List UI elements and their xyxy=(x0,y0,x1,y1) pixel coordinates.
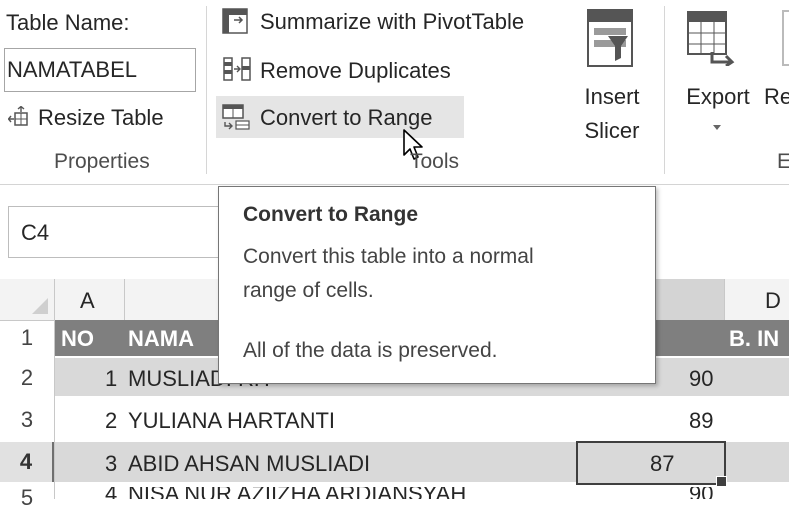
row-header-4-selected[interactable]: 4 xyxy=(0,442,54,482)
summarize-label: Summarize with PivotTable xyxy=(260,9,525,34)
active-cell-c4[interactable]: 87 xyxy=(576,441,726,485)
cell-score: 87 xyxy=(650,451,675,476)
chevron-down-icon xyxy=(713,125,721,130)
slicer-icon xyxy=(587,9,633,67)
row-header-2[interactable]: 2 xyxy=(0,360,54,396)
remove-duplicates-label: Remove Duplicates xyxy=(260,58,451,83)
cell-no[interactable]: 1 xyxy=(105,366,117,392)
name-box-value: C4 xyxy=(21,220,50,245)
header-b-in: B. IN xyxy=(729,326,780,351)
remove-duplicates-icon xyxy=(223,57,251,81)
convert-to-range-icon xyxy=(222,104,250,130)
ribbon-bottom-border xyxy=(0,184,789,185)
export-button[interactable]: Export xyxy=(672,4,762,144)
tooltip-line-3: All of the data is preserved. xyxy=(243,339,498,362)
table-name-label: Table Name: xyxy=(6,10,130,35)
table-row: 2 YULIANA HARTANTI 89 xyxy=(55,398,789,440)
select-all-icon[interactable] xyxy=(30,296,50,316)
group-divider xyxy=(664,6,665,174)
cell-name[interactable]: NISA NUR AZIIZHA ARDIANSYAH xyxy=(128,487,466,499)
group-divider xyxy=(206,6,207,174)
cell-name[interactable]: YULIANA HARTANTI xyxy=(128,408,335,434)
refresh-button[interactable]: Re xyxy=(762,4,789,144)
cell-no[interactable]: 3 xyxy=(105,451,117,477)
column-d-label: D xyxy=(765,288,781,313)
row-4-label: 4 xyxy=(19,449,33,474)
tools-group-label: Tools xyxy=(410,150,460,173)
column-header-d[interactable]: D xyxy=(724,279,789,320)
tooltip-line-2: range of cells. xyxy=(243,279,374,302)
remove-duplicates-button[interactable]: Remove Duplicates xyxy=(216,50,566,90)
column-a-label: A xyxy=(80,288,95,313)
table-name-value: NAMATABEL xyxy=(7,57,137,82)
name-box[interactable]: C4 xyxy=(8,206,240,258)
column-header-a[interactable]: A xyxy=(54,279,125,320)
table-row: 4 NISA NUR AZIIZHA ARDIANSYAH 90 xyxy=(55,487,789,499)
refresh-label: Re xyxy=(764,84,789,109)
row-header-3[interactable]: 3 xyxy=(0,402,54,438)
insert-slicer-button[interactable]: Insert Slicer xyxy=(572,4,652,144)
cell-no[interactable]: 4 xyxy=(105,487,117,499)
cell-score[interactable]: 89 xyxy=(689,408,713,434)
export-label: Export xyxy=(686,84,750,109)
cell-score[interactable]: 90 xyxy=(689,366,713,392)
table-name-input[interactable]: NAMATABEL xyxy=(4,48,196,92)
summarize-pivottable-button[interactable]: Summarize with PivotTable xyxy=(216,4,566,42)
tooltip: Convert to Range Convert this table into… xyxy=(218,186,656,384)
insert-slicer-label-1: Insert xyxy=(584,84,640,109)
refresh-icon xyxy=(782,10,789,66)
cell-no[interactable]: 2 xyxy=(105,408,117,434)
external-group-label: E xyxy=(777,150,789,173)
resize-table-label: Resize Table xyxy=(38,105,164,130)
export-table-icon xyxy=(687,11,735,66)
row-header-5[interactable]: 5 xyxy=(0,486,54,522)
cell-score[interactable]: 90 xyxy=(689,487,713,499)
resize-table-icon xyxy=(8,106,28,126)
properties-group-label: Properties xyxy=(54,150,150,173)
cell-name[interactable]: ABID AHSAN MUSLIADI xyxy=(128,451,370,477)
ribbon: Table Name: NAMATABEL Resize Table Prope… xyxy=(0,0,789,186)
row-header-1[interactable]: 1 xyxy=(0,320,54,356)
header-nama: NAMA xyxy=(128,326,194,351)
resize-table-button[interactable]: Resize Table xyxy=(2,100,192,136)
tooltip-title: Convert to Range xyxy=(243,203,419,226)
header-no: NO xyxy=(61,326,94,351)
tooltip-line-1: Convert this table into a normal xyxy=(243,245,534,268)
insert-slicer-label-2: Slicer xyxy=(584,118,640,143)
pivottable-icon xyxy=(222,8,248,34)
fill-handle[interactable] xyxy=(716,476,727,487)
